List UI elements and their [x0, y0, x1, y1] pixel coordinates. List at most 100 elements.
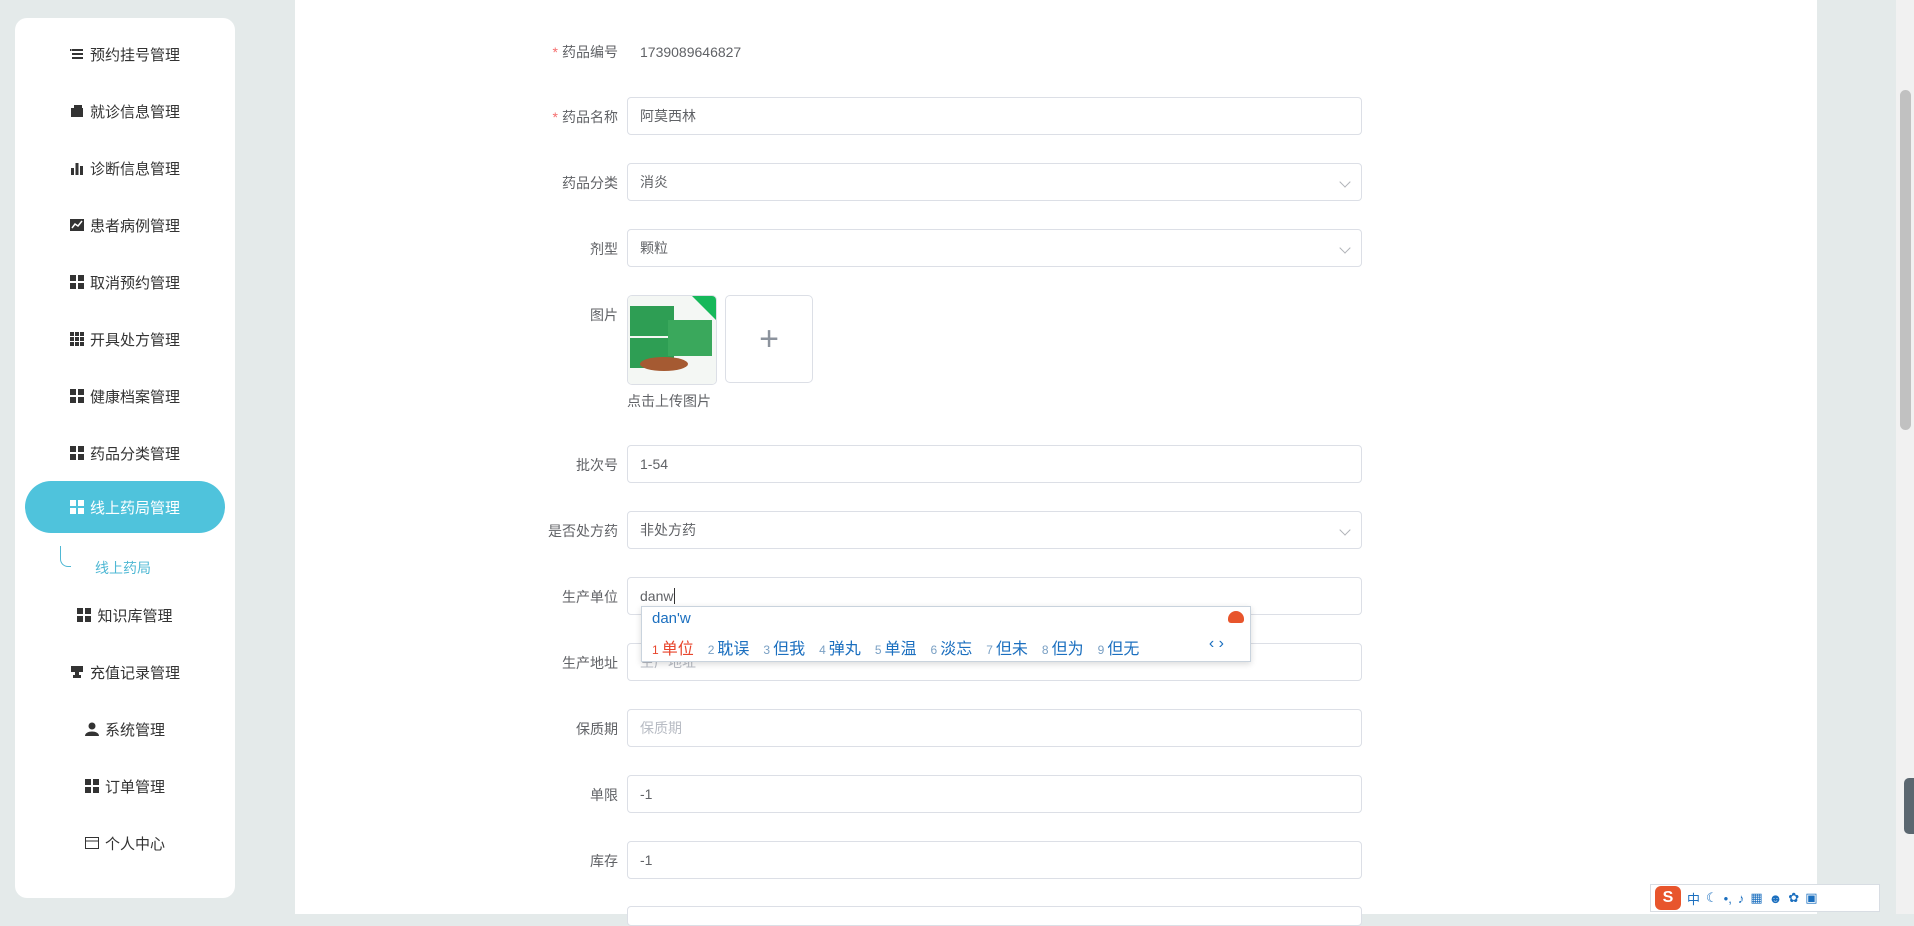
drug-code-value: 1739089646827: [640, 44, 742, 60]
field-label-address: 生产地址: [562, 655, 618, 671]
sidebar-item-visits[interactable]: 就诊信息管理: [25, 85, 225, 137]
submenu-connector: [60, 546, 71, 567]
skin-icon[interactable]: ✿: [1788, 890, 1799, 906]
punctuation-icon[interactable]: •,: [1724, 891, 1732, 906]
ime-candidate[interactable]: 7 但未: [986, 635, 1028, 659]
sogou-logo-icon[interactable]: S: [1655, 886, 1681, 910]
list-icon: [69, 47, 84, 61]
sidebar-item-label: 诊断信息管理: [89, 160, 180, 178]
sidebar-item-label: 就诊信息管理: [89, 103, 180, 121]
sidebar-item-health-records[interactable]: 健康档案管理: [25, 370, 225, 422]
ime-candidate[interactable]: 3 但我: [763, 635, 805, 659]
grid-icon: [77, 608, 92, 622]
field-label-image: 图片: [590, 307, 618, 323]
sidebar-item-label: 知识库管理: [97, 607, 173, 625]
grid-icon: [84, 779, 99, 793]
sidebar-item-recharge[interactable]: 充值记录管理: [25, 646, 225, 698]
main-content: * 药品编号 1739089646827 * 药品名称 阿莫西林 药品分类 消炎 剂…: [295, 0, 1817, 926]
upload-image-button[interactable]: +: [725, 295, 813, 383]
sidebar-item-label: 线上药局管理: [89, 499, 180, 517]
ime-candidate[interactable]: 1 单位: [652, 635, 694, 659]
sidebar-item-label: 开具处方管理: [89, 331, 180, 349]
ime-pinyin: dan'w: [652, 610, 691, 627]
apps-icon[interactable]: ▣: [1805, 890, 1817, 906]
sidebar-item-knowledge[interactable]: 知识库管理: [25, 589, 225, 641]
ime-candidate[interactable]: 5 单温: [875, 635, 917, 659]
card-icon: [84, 836, 99, 850]
grid-icon: [69, 446, 84, 460]
ime-candidate[interactable]: 4 弹丸: [819, 635, 861, 659]
sidebar-item-label: 药品分类管理: [89, 445, 180, 463]
user-icon[interactable]: ☻: [1769, 891, 1783, 906]
sidebar-item-cases[interactable]: 患者病例管理: [25, 199, 225, 251]
sidebar-subitem-online-pharmacy[interactable]: 线上药局: [95, 558, 151, 578]
ime-toolbar: S 中 ☾ •, ♪ ▦ ☻ ✿ ▣: [1650, 884, 1880, 912]
sidebar-item-cancel[interactable]: 取消预约管理: [25, 256, 225, 308]
uploaded-image-thumbnail[interactable]: [627, 295, 717, 385]
sidebar-item-orders[interactable]: 订单管理: [25, 760, 225, 812]
sidebar-item-profile[interactable]: 个人中心: [25, 817, 225, 869]
sidebar-item-online-pharmacy[interactable]: 线上药局管理: [25, 481, 225, 533]
drug-category-select[interactable]: 消炎: [627, 163, 1362, 201]
prescription-select[interactable]: 非处方药: [627, 511, 1362, 549]
sidebar-item-label: 健康档案管理: [89, 388, 180, 406]
input-value: danw: [640, 588, 674, 604]
chevron-down-icon: [1339, 524, 1351, 536]
select-value: 颗粒: [640, 240, 668, 256]
line-chart-icon: [69, 218, 84, 232]
field-label-dosage: 剂型: [590, 241, 618, 257]
field-label-batch: 批次号: [576, 457, 618, 473]
ime-pager[interactable]: ‹ ›: [1209, 635, 1224, 653]
shelf-life-input[interactable]: 保质期: [627, 709, 1362, 747]
select-value: 消炎: [640, 174, 668, 190]
select-value: 非处方药: [640, 522, 696, 538]
sidebar-item-system[interactable]: 系统管理: [25, 703, 225, 755]
chevron-down-icon: [1339, 242, 1351, 254]
sidebar-item-label: 系统管理: [104, 721, 165, 739]
ime-candidates: 1 单位 2 耽误 3 但我 4 弹丸 5 单温 6 淡忘 7 但未 8 但为 9 但无: [652, 635, 1153, 659]
side-panel-handle[interactable]: [1904, 778, 1914, 834]
sidebar-item-label: 个人中心: [104, 835, 165, 853]
sidebar-item-label: 患者病例管理: [89, 217, 180, 235]
scrollbar-thumb[interactable]: [1900, 90, 1911, 430]
ime-lang-toggle[interactable]: 中: [1687, 889, 1700, 908]
ime-skin-icon[interactable]: [1228, 611, 1244, 623]
field-label-shelf-life: 保质期: [576, 721, 618, 737]
sidebar: 预约挂号管理 就诊信息管理 诊断信息管理 患者病例管理 取消预约管理 开具处方管…: [15, 18, 235, 898]
wallet-icon: [70, 104, 84, 118]
stock-input[interactable]: -1: [627, 841, 1362, 879]
field-label-category: 药品分类: [562, 175, 618, 191]
microphone-icon[interactable]: ♪: [1738, 891, 1745, 906]
ime-candidate[interactable]: 8 但为: [1042, 635, 1084, 659]
next-field-input[interactable]: [627, 906, 1362, 926]
field-label-stock: 库存: [590, 853, 618, 869]
upload-tip: 点击上传图片: [627, 393, 711, 409]
field-label-name: * 药品名称: [552, 109, 618, 125]
field-label-prescription: 是否处方药: [548, 523, 618, 539]
ime-candidate[interactable]: 6 淡忘: [931, 635, 973, 659]
sidebar-item-drug-category[interactable]: 药品分类管理: [25, 427, 225, 479]
grid-icon: [69, 389, 84, 403]
bar-chart-icon: [70, 161, 84, 175]
batch-number-input[interactable]: 1-54: [627, 445, 1362, 483]
sidebar-item-diagnosis[interactable]: 诊断信息管理: [25, 142, 225, 194]
drug-name-input[interactable]: 阿莫西林: [627, 97, 1362, 135]
ime-candidate[interactable]: 2 耽误: [708, 635, 750, 659]
sidebar-item-label: 订单管理: [104, 778, 165, 796]
sidebar-item-prescription[interactable]: 开具处方管理: [25, 313, 225, 365]
sidebar-item-label: 充值记录管理: [89, 664, 180, 682]
dosage-form-select[interactable]: 颗粒: [627, 229, 1362, 267]
plus-icon: +: [759, 319, 779, 358]
sidebar-item-appointment[interactable]: 预约挂号管理: [25, 28, 225, 80]
grid-icon: [69, 275, 84, 289]
chevron-down-icon: [1339, 176, 1351, 188]
field-label-limit: 单限: [590, 787, 618, 803]
ime-candidate[interactable]: 9 但无: [1098, 635, 1140, 659]
sidebar-item-label: 取消预约管理: [89, 274, 180, 292]
moon-icon[interactable]: ☾: [1706, 890, 1718, 906]
field-label-producer: 生产单位: [562, 589, 618, 605]
text-cursor: [674, 588, 676, 604]
limit-input[interactable]: -1: [627, 775, 1362, 813]
ime-candidate-popup: dan'w 1 单位 2 耽误 3 但我 4 弹丸 5 单温 6 淡忘 7 但未 8 但为 9但…: [641, 606, 1251, 662]
keyboard-icon[interactable]: ▦: [1750, 890, 1762, 906]
